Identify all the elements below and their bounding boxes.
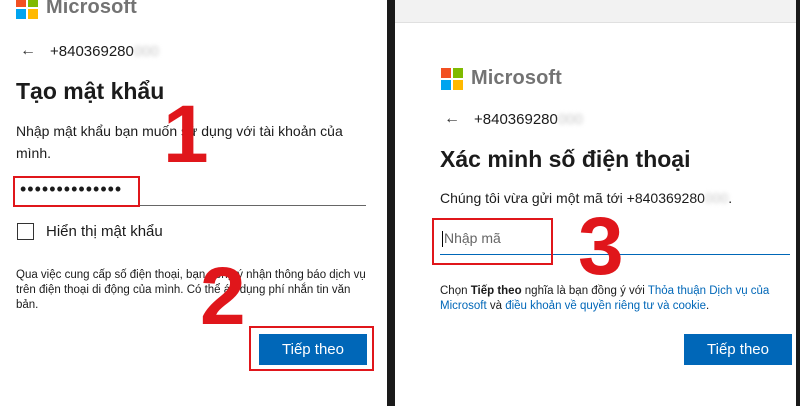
phone-number-masked: 000 xyxy=(133,42,159,60)
microsoft-logo-text: Microsoft xyxy=(471,67,562,89)
phone-number: +840369280 xyxy=(50,42,134,60)
highlight-password xyxy=(13,176,140,207)
show-password-row[interactable]: Hiển thị mật khẩu xyxy=(17,223,163,240)
microsoft-logo: Microsoft xyxy=(16,0,137,19)
window-top-bar xyxy=(395,0,800,23)
microsoft-logo-icon xyxy=(16,0,38,19)
microsoft-logo-text: Microsoft xyxy=(46,0,137,18)
highlight-code-input xyxy=(432,218,553,265)
terms-bold: Tiếp theo xyxy=(470,285,522,297)
back-row: ← +840369280 000 xyxy=(444,110,583,128)
show-password-checkbox[interactable] xyxy=(17,223,34,240)
next-button[interactable]: Tiếp theo xyxy=(684,334,792,365)
step-2-label: 2 xyxy=(200,251,246,342)
step-1-label: 1 xyxy=(163,89,209,180)
phone-number-masked: 000 xyxy=(557,110,583,128)
microsoft-logo: Microsoft xyxy=(441,67,562,90)
back-row: ← +840369280 000 xyxy=(20,42,159,60)
panel-divider xyxy=(387,0,395,406)
right-edge xyxy=(796,0,800,406)
phone-number-masked: 000 xyxy=(704,190,729,206)
back-arrow-icon[interactable]: ← xyxy=(444,110,460,128)
step-3-label: 3 xyxy=(578,201,624,292)
phone-number: +840369280 xyxy=(474,110,558,128)
privacy-link[interactable]: điều khoản về quyền riêng tư và cookie xyxy=(505,300,706,312)
show-password-label: Hiển thị mật khẩu xyxy=(46,223,163,240)
back-arrow-icon[interactable]: ← xyxy=(20,42,36,60)
microsoft-logo-icon xyxy=(441,67,463,90)
disclaimer: Qua việc cung cấp số điện thoại, bạn đồn… xyxy=(16,269,366,311)
highlight-next-button xyxy=(249,326,374,371)
page-title: Tạo mật khẩu xyxy=(16,78,165,104)
page-title: Xác minh số điện thoại xyxy=(440,146,691,172)
